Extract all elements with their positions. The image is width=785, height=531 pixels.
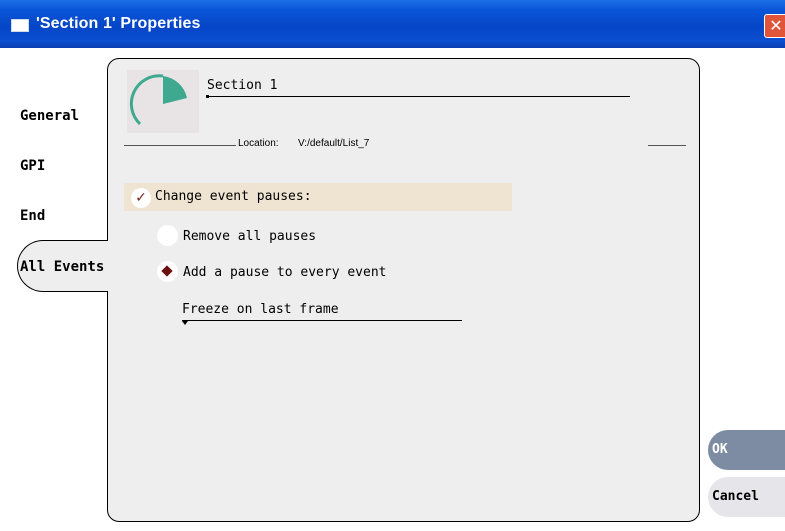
location-divider-right — [648, 145, 686, 146]
check-icon: ✓ — [135, 190, 147, 206]
remove-all-pauses-label: Remove all pauses — [183, 229, 317, 244]
tab-general[interactable]: General — [20, 108, 79, 124]
change-event-pauses-label: Change event pauses: — [155, 189, 312, 204]
tab-panel-joint — [105, 241, 110, 291]
window-title: 'Section 1' Properties — [36, 15, 201, 32]
title-bar: 'Section 1' Properties ✕ — [0, 0, 785, 48]
close-button[interactable]: ✕ — [764, 14, 785, 38]
add-pause-every-event-label: Add a pause to every event — [183, 265, 387, 280]
tab-end[interactable]: End — [20, 208, 45, 224]
pause-type-dropdown[interactable]: Freeze on last frame — [182, 302, 339, 317]
location-divider-left — [124, 145, 236, 146]
clock-segment-graphic — [129, 74, 187, 126]
dropdown-arrow-icon[interactable] — [182, 321, 188, 325]
location-value: V:/default/List_7 — [298, 138, 370, 149]
location-label: Location: — [238, 138, 279, 149]
clock-segment-icon — [127, 70, 199, 133]
ok-button[interactable]: OK — [708, 430, 785, 470]
cancel-button[interactable]: Cancel — [708, 477, 785, 517]
window-icon — [11, 19, 29, 32]
tab-all-events[interactable]: All Events — [20, 259, 104, 275]
pause-type-underline — [182, 320, 462, 321]
section-name-marker — [206, 95, 209, 98]
tab-gpi[interactable]: GPI — [20, 158, 45, 174]
remove-all-pauses-radio[interactable] — [157, 225, 178, 246]
section-name-field[interactable]: Section 1 — [207, 78, 277, 93]
section-name-underline — [207, 96, 630, 97]
